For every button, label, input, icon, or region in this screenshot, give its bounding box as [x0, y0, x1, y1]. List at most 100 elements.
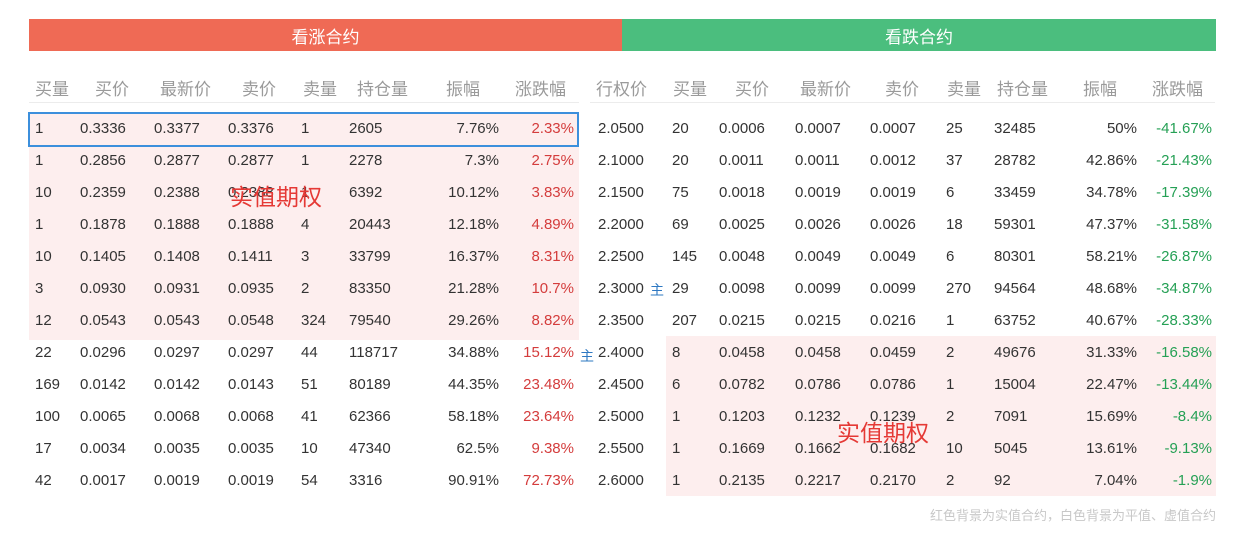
call-bid-price-cell: 0.1878	[80, 216, 126, 233]
call-open-interest-cell: 79540	[349, 312, 391, 329]
call-ask-volume-cell: 1	[301, 152, 310, 169]
table-row[interactable]: 42 0.0017 0.0019 0.0019 54 3316 90.91% 72.73% 2.…	[0, 465, 1252, 497]
call-last-price-cell: 0.0068	[154, 408, 200, 425]
put-bid-volume-cell: 20	[672, 120, 689, 137]
put-change-pct-cell: -1.9%	[1172, 472, 1212, 489]
call-amplitude-cell: 90.91%	[448, 472, 499, 489]
call-change-pct-cell: 23.64%	[523, 408, 574, 425]
put-ask-price-cell: 0.0007	[870, 120, 916, 137]
put-change-pct-cell: -17.39%	[1156, 184, 1212, 201]
put-bid-price-cell: 0.0098	[719, 280, 765, 297]
table-row[interactable]: 1 0.2856 0.2877 0.2877 1 2278 7.3% 2.75% 2.1000 2…	[0, 145, 1252, 177]
call-change-pct-cell: 72.73%	[523, 472, 574, 489]
table-row[interactable]: 169 0.0142 0.0142 0.0143 51 80189 44.35% 23.48%…	[0, 369, 1252, 401]
put-open-interest-cell: 7091	[994, 408, 1028, 425]
put-ask-price-cell: 0.0019	[870, 184, 916, 201]
header-divider	[29, 102, 579, 103]
table-row[interactable]: 22 0.0296 0.0297 0.0297 44 118717 34.88% 15.12%…	[0, 337, 1252, 369]
table-row[interactable]: 100 0.0065 0.0068 0.0068 41 62366 58.18% 23.64%…	[0, 401, 1252, 433]
table-row[interactable]: 10 0.1405 0.1408 0.1411 3 33799 16.37% 8.31% 2.2…	[0, 241, 1252, 273]
put-header-amplitude[interactable]: 振幅	[1083, 75, 1117, 101]
put-open-interest-cell: 5045	[994, 440, 1028, 457]
call-contracts-tab[interactable]: 看涨合约	[29, 19, 622, 51]
put-bid-volume-cell: 145	[672, 248, 698, 265]
call-amplitude-cell: 21.28%	[448, 280, 499, 297]
put-open-interest-cell: 63752	[994, 312, 1036, 329]
call-last-price-cell: 0.0297	[154, 344, 200, 361]
call-ask-volume-cell: 54	[301, 472, 318, 489]
call-open-interest-cell: 6392	[349, 184, 383, 201]
strike-price-cell: 2.1000	[598, 152, 644, 169]
put-change-pct-cell: -31.58%	[1156, 216, 1212, 233]
put-last-price-cell: 0.0007	[795, 120, 841, 137]
call-last-price-cell: 0.0931	[154, 280, 200, 297]
strike-price-cell: 2.3000	[598, 280, 644, 297]
call-header-change-pct[interactable]: 涨跌幅	[515, 75, 566, 101]
call-ask-price-cell: 0.0068	[228, 408, 274, 425]
call-header-bid-price[interactable]: 买价	[95, 75, 129, 101]
call-amplitude-cell: 7.3%	[464, 152, 499, 169]
put-header-last-price[interactable]: 最新价	[800, 75, 851, 101]
call-amplitude-cell: 29.26%	[448, 312, 499, 329]
put-bid-volume-cell: 75	[672, 184, 689, 201]
put-change-pct-cell: -9.13%	[1164, 440, 1212, 457]
strike-price-cell: 2.6000	[598, 472, 644, 489]
call-bid-volume-cell: 3	[35, 280, 44, 297]
call-last-price-cell: 0.2388	[154, 184, 200, 201]
put-header-bid-price[interactable]: 买价	[735, 75, 769, 101]
table-row[interactable]: 1 0.1878 0.1888 0.1888 4 20443 12.18% 4.89% 2.20…	[0, 209, 1252, 241]
put-last-price-cell: 0.1662	[795, 440, 841, 457]
put-bid-volume-cell: 207	[672, 312, 698, 329]
call-header-ask-price[interactable]: 卖价	[242, 75, 276, 101]
put-last-price-cell: 0.0215	[795, 312, 841, 329]
put-ask-volume-cell: 6	[946, 248, 955, 265]
put-last-price-cell: 0.0019	[795, 184, 841, 201]
call-bid-volume-cell: 1	[35, 216, 44, 233]
call-ask-price-cell: 0.1411	[228, 248, 273, 265]
strike-price-cell: 2.2000	[598, 216, 644, 233]
call-bid-volume-cell: 169	[35, 376, 61, 393]
call-contracts-title: 看涨合约	[291, 27, 360, 47]
call-header-amplitude[interactable]: 振幅	[446, 75, 480, 101]
put-amplitude-cell: 50%	[1106, 120, 1137, 137]
call-bid-price-cell: 0.0065	[80, 408, 126, 425]
call-amplitude-cell: 62.5%	[456, 440, 499, 457]
put-ask-volume-cell: 25	[946, 120, 963, 137]
call-header-last-price[interactable]: 最新价	[160, 75, 211, 101]
put-amplitude-cell: 48.68%	[1086, 280, 1137, 297]
put-header-ask-volume[interactable]: 卖量	[947, 75, 981, 101]
put-bid-price-cell: 0.0048	[719, 248, 765, 265]
call-bid-price-cell: 0.0017	[80, 472, 126, 489]
put-ask-volume-cell: 37	[946, 152, 963, 169]
put-open-interest-cell: 33459	[994, 184, 1036, 201]
put-ask-volume-cell: 1	[946, 312, 955, 329]
call-last-price-cell: 0.0142	[154, 376, 200, 393]
put-bid-price-cell: 0.1669	[719, 440, 765, 457]
main-contract-marker-2-4000: 主	[580, 348, 594, 364]
call-header-ask-volume[interactable]: 卖量	[303, 75, 337, 101]
put-contracts-tab[interactable]: 看跌合约	[622, 19, 1216, 51]
call-bid-price-cell: 0.0930	[80, 280, 126, 297]
put-header-bid-volume[interactable]: 买量	[673, 75, 707, 101]
table-row[interactable]: 3 0.0930 0.0931 0.0935 2 83350 21.28% 10.7% 2.30…	[0, 273, 1252, 305]
put-ask-volume-cell: 2	[946, 344, 955, 361]
put-bid-volume-cell: 6	[672, 376, 681, 393]
put-header-ask-price[interactable]: 卖价	[885, 75, 919, 101]
call-ask-price-cell: 0.0935	[228, 280, 274, 297]
table-row[interactable]: 17 0.0034 0.0035 0.0035 10 47340 62.5% 9.38% 2.5…	[0, 433, 1252, 465]
put-header-open-interest[interactable]: 持仓量	[997, 75, 1048, 101]
call-last-price-cell: 0.0035	[154, 440, 200, 457]
call-change-pct-cell: 9.38%	[531, 440, 574, 457]
put-header-change-pct[interactable]: 涨跌幅	[1152, 75, 1203, 101]
put-open-interest-cell: 15004	[994, 376, 1036, 393]
table-row[interactable]: 10 0.2359 0.2388 0.2388 1 6392 10.12% 3.83% 2.15…	[0, 177, 1252, 209]
main-contract-marker-2-3000: 主	[650, 282, 664, 298]
put-change-pct-cell: -13.44%	[1156, 376, 1212, 393]
call-open-interest-cell: 20443	[349, 216, 391, 233]
call-open-interest-cell: 33799	[349, 248, 391, 265]
call-open-interest-cell: 118717	[349, 344, 398, 361]
strike-header[interactable]: 行权价	[596, 75, 647, 101]
call-header-bid-volume[interactable]: 买量	[35, 75, 69, 101]
table-row[interactable]: 12 0.0543 0.0543 0.0548 324 79540 29.26% 8.82% 2…	[0, 305, 1252, 337]
call-header-open-interest[interactable]: 持仓量	[357, 75, 408, 101]
